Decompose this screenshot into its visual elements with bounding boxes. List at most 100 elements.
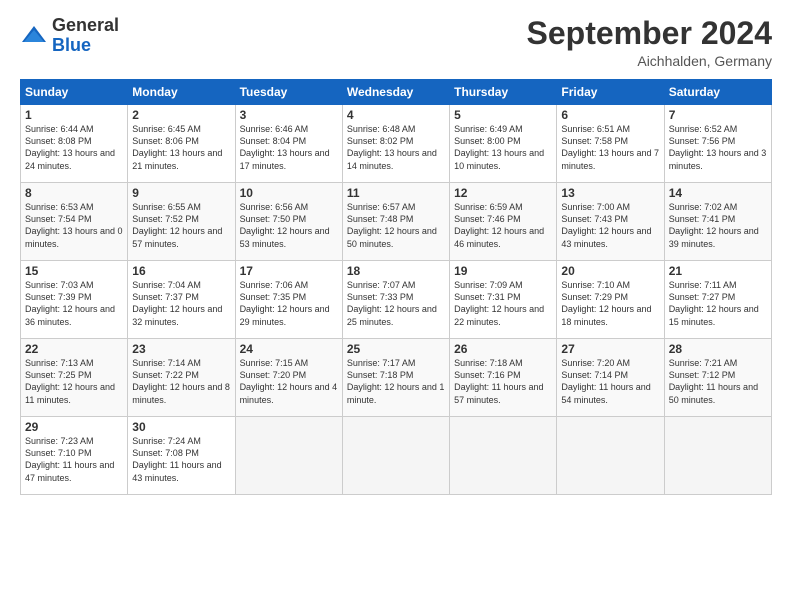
day-number: 11 [347, 186, 445, 200]
day-cell: 20Sunrise: 7:10 AM Sunset: 7:29 PM Dayli… [557, 261, 664, 339]
cell-details: Sunrise: 7:14 AM Sunset: 7:22 PM Dayligh… [132, 357, 230, 406]
col-header-wednesday: Wednesday [342, 80, 449, 105]
week-row-4: 22Sunrise: 7:13 AM Sunset: 7:25 PM Dayli… [21, 339, 772, 417]
col-header-thursday: Thursday [450, 80, 557, 105]
cell-details: Sunrise: 6:45 AM Sunset: 8:06 PM Dayligh… [132, 123, 230, 172]
day-number: 25 [347, 342, 445, 356]
day-number: 24 [240, 342, 338, 356]
day-cell: 4Sunrise: 6:48 AM Sunset: 8:02 PM Daylig… [342, 105, 449, 183]
cell-details: Sunrise: 7:02 AM Sunset: 7:41 PM Dayligh… [669, 201, 767, 250]
cell-details: Sunrise: 7:11 AM Sunset: 7:27 PM Dayligh… [669, 279, 767, 328]
cell-details: Sunrise: 6:53 AM Sunset: 7:54 PM Dayligh… [25, 201, 123, 250]
cell-details: Sunrise: 6:51 AM Sunset: 7:58 PM Dayligh… [561, 123, 659, 172]
day-cell: 30Sunrise: 7:24 AM Sunset: 7:08 PM Dayli… [128, 417, 235, 495]
logo-blue-text: Blue [52, 35, 91, 55]
day-cell [235, 417, 342, 495]
day-number: 12 [454, 186, 552, 200]
month-title: September 2024 [527, 16, 772, 51]
day-number: 7 [669, 108, 767, 122]
day-number: 20 [561, 264, 659, 278]
day-number: 8 [25, 186, 123, 200]
cell-details: Sunrise: 6:46 AM Sunset: 8:04 PM Dayligh… [240, 123, 338, 172]
day-cell: 5Sunrise: 6:49 AM Sunset: 8:00 PM Daylig… [450, 105, 557, 183]
header-row: SundayMondayTuesdayWednesdayThursdayFrid… [21, 80, 772, 105]
col-header-tuesday: Tuesday [235, 80, 342, 105]
cell-details: Sunrise: 7:07 AM Sunset: 7:33 PM Dayligh… [347, 279, 445, 328]
logo-general-text: General [52, 15, 119, 35]
cell-details: Sunrise: 6:52 AM Sunset: 7:56 PM Dayligh… [669, 123, 767, 172]
day-cell: 9Sunrise: 6:55 AM Sunset: 7:52 PM Daylig… [128, 183, 235, 261]
day-cell: 12Sunrise: 6:59 AM Sunset: 7:46 PM Dayli… [450, 183, 557, 261]
day-number: 2 [132, 108, 230, 122]
day-cell: 18Sunrise: 7:07 AM Sunset: 7:33 PM Dayli… [342, 261, 449, 339]
day-number: 23 [132, 342, 230, 356]
day-number: 17 [240, 264, 338, 278]
day-cell: 14Sunrise: 7:02 AM Sunset: 7:41 PM Dayli… [664, 183, 771, 261]
day-number: 16 [132, 264, 230, 278]
cell-details: Sunrise: 7:20 AM Sunset: 7:14 PM Dayligh… [561, 357, 659, 406]
day-cell: 27Sunrise: 7:20 AM Sunset: 7:14 PM Dayli… [557, 339, 664, 417]
day-cell: 1Sunrise: 6:44 AM Sunset: 8:08 PM Daylig… [21, 105, 128, 183]
day-number: 28 [669, 342, 767, 356]
cell-details: Sunrise: 7:03 AM Sunset: 7:39 PM Dayligh… [25, 279, 123, 328]
day-number: 29 [25, 420, 123, 434]
day-cell [664, 417, 771, 495]
day-cell [557, 417, 664, 495]
logo-icon [20, 22, 48, 50]
col-header-monday: Monday [128, 80, 235, 105]
day-number: 22 [25, 342, 123, 356]
week-row-3: 15Sunrise: 7:03 AM Sunset: 7:39 PM Dayli… [21, 261, 772, 339]
day-number: 9 [132, 186, 230, 200]
day-number: 10 [240, 186, 338, 200]
day-cell: 26Sunrise: 7:18 AM Sunset: 7:16 PM Dayli… [450, 339, 557, 417]
cell-details: Sunrise: 7:18 AM Sunset: 7:16 PM Dayligh… [454, 357, 552, 406]
day-cell: 28Sunrise: 7:21 AM Sunset: 7:12 PM Dayli… [664, 339, 771, 417]
day-number: 19 [454, 264, 552, 278]
day-number: 14 [669, 186, 767, 200]
cell-details: Sunrise: 6:55 AM Sunset: 7:52 PM Dayligh… [132, 201, 230, 250]
cell-details: Sunrise: 7:23 AM Sunset: 7:10 PM Dayligh… [25, 435, 123, 484]
cell-details: Sunrise: 7:21 AM Sunset: 7:12 PM Dayligh… [669, 357, 767, 406]
day-cell [342, 417, 449, 495]
day-number: 15 [25, 264, 123, 278]
cell-details: Sunrise: 7:17 AM Sunset: 7:18 PM Dayligh… [347, 357, 445, 406]
day-cell [450, 417, 557, 495]
cell-details: Sunrise: 7:10 AM Sunset: 7:29 PM Dayligh… [561, 279, 659, 328]
day-cell: 25Sunrise: 7:17 AM Sunset: 7:18 PM Dayli… [342, 339, 449, 417]
col-header-saturday: Saturday [664, 80, 771, 105]
day-number: 4 [347, 108, 445, 122]
location: Aichhalden, Germany [527, 53, 772, 69]
day-cell: 17Sunrise: 7:06 AM Sunset: 7:35 PM Dayli… [235, 261, 342, 339]
cell-details: Sunrise: 7:04 AM Sunset: 7:37 PM Dayligh… [132, 279, 230, 328]
cell-details: Sunrise: 7:00 AM Sunset: 7:43 PM Dayligh… [561, 201, 659, 250]
cell-details: Sunrise: 6:44 AM Sunset: 8:08 PM Dayligh… [25, 123, 123, 172]
week-row-2: 8Sunrise: 6:53 AM Sunset: 7:54 PM Daylig… [21, 183, 772, 261]
day-number: 21 [669, 264, 767, 278]
cell-details: Sunrise: 7:06 AM Sunset: 7:35 PM Dayligh… [240, 279, 338, 328]
cell-details: Sunrise: 6:48 AM Sunset: 8:02 PM Dayligh… [347, 123, 445, 172]
day-cell: 6Sunrise: 6:51 AM Sunset: 7:58 PM Daylig… [557, 105, 664, 183]
header: General Blue September 2024 Aichhalden, … [20, 16, 772, 69]
cell-details: Sunrise: 6:56 AM Sunset: 7:50 PM Dayligh… [240, 201, 338, 250]
day-cell: 22Sunrise: 7:13 AM Sunset: 7:25 PM Dayli… [21, 339, 128, 417]
logo: General Blue [20, 16, 119, 56]
day-cell: 21Sunrise: 7:11 AM Sunset: 7:27 PM Dayli… [664, 261, 771, 339]
day-cell: 8Sunrise: 6:53 AM Sunset: 7:54 PM Daylig… [21, 183, 128, 261]
calendar-table: SundayMondayTuesdayWednesdayThursdayFrid… [20, 79, 772, 495]
title-block: September 2024 Aichhalden, Germany [527, 16, 772, 69]
col-header-sunday: Sunday [21, 80, 128, 105]
day-cell: 2Sunrise: 6:45 AM Sunset: 8:06 PM Daylig… [128, 105, 235, 183]
cell-details: Sunrise: 7:09 AM Sunset: 7:31 PM Dayligh… [454, 279, 552, 328]
cell-details: Sunrise: 6:49 AM Sunset: 8:00 PM Dayligh… [454, 123, 552, 172]
day-cell: 19Sunrise: 7:09 AM Sunset: 7:31 PM Dayli… [450, 261, 557, 339]
day-cell: 24Sunrise: 7:15 AM Sunset: 7:20 PM Dayli… [235, 339, 342, 417]
cell-details: Sunrise: 7:24 AM Sunset: 7:08 PM Dayligh… [132, 435, 230, 484]
day-cell: 15Sunrise: 7:03 AM Sunset: 7:39 PM Dayli… [21, 261, 128, 339]
day-cell: 11Sunrise: 6:57 AM Sunset: 7:48 PM Dayli… [342, 183, 449, 261]
day-number: 3 [240, 108, 338, 122]
cell-details: Sunrise: 6:59 AM Sunset: 7:46 PM Dayligh… [454, 201, 552, 250]
day-number: 5 [454, 108, 552, 122]
cell-details: Sunrise: 7:15 AM Sunset: 7:20 PM Dayligh… [240, 357, 338, 406]
day-cell: 13Sunrise: 7:00 AM Sunset: 7:43 PM Dayli… [557, 183, 664, 261]
day-number: 6 [561, 108, 659, 122]
